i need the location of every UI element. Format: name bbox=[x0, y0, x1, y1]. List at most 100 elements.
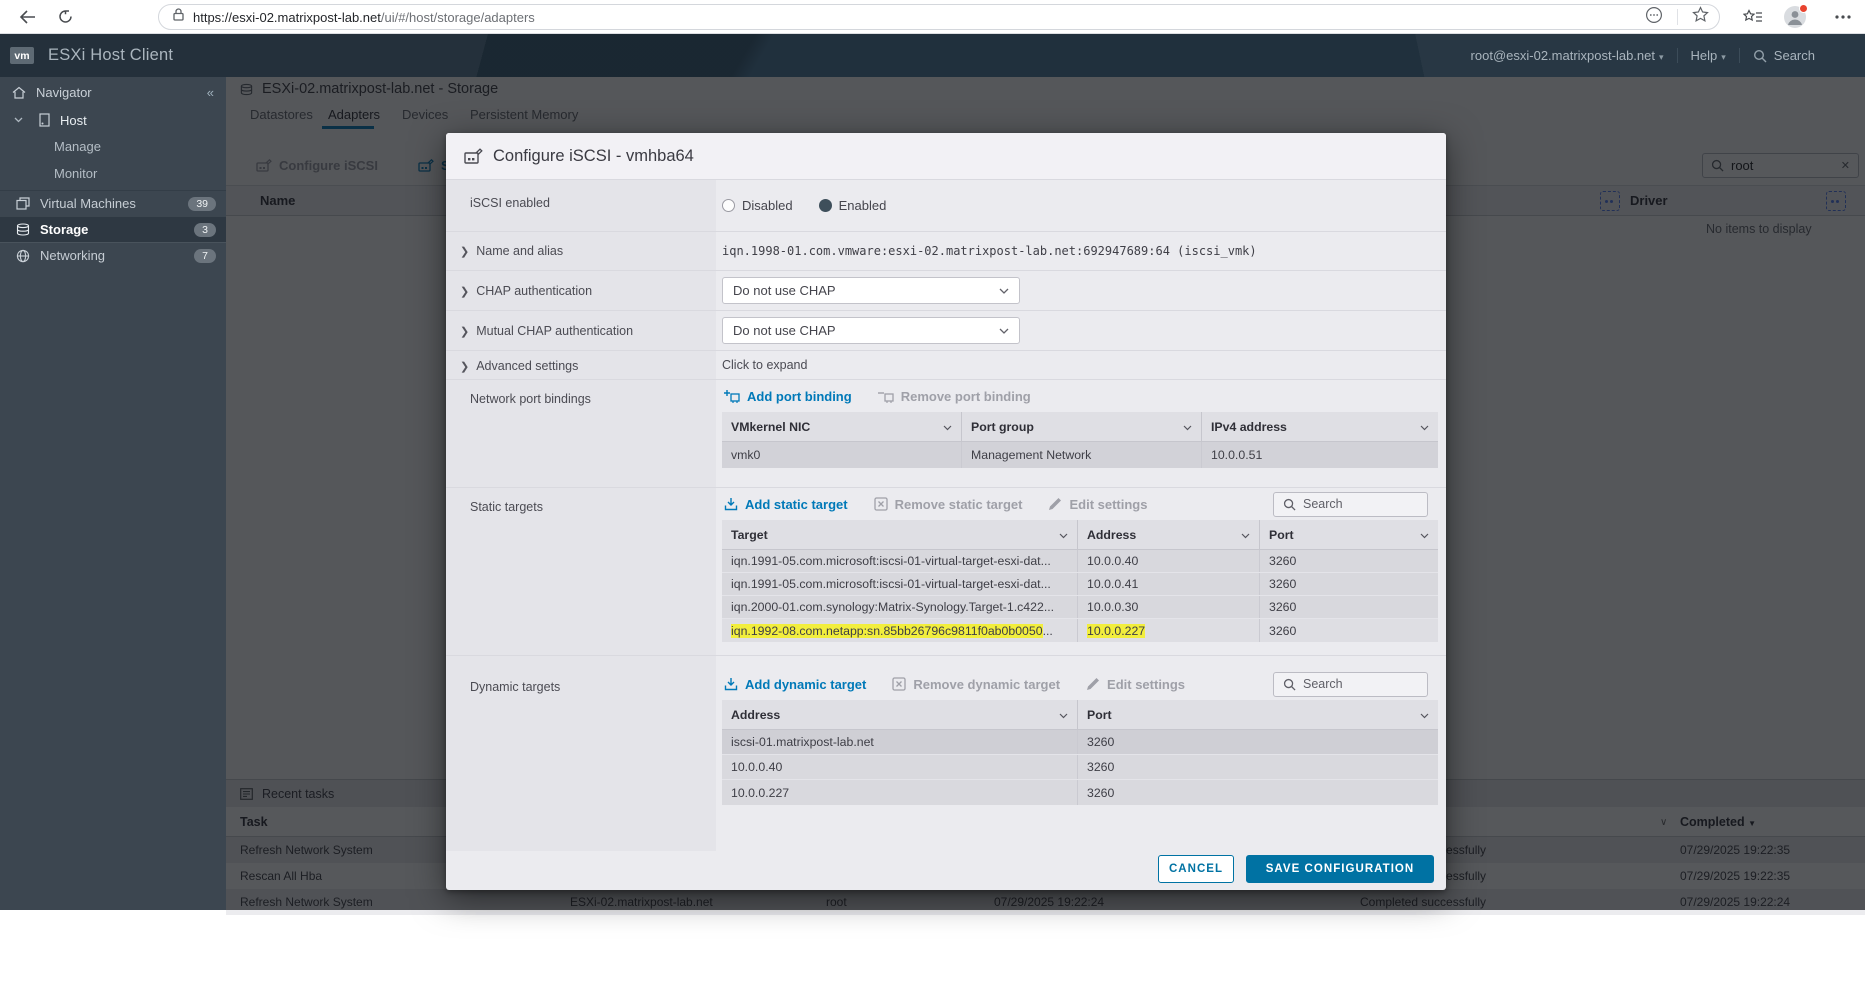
sidebar-item-label: Host bbox=[60, 113, 87, 128]
chap-auth-select[interactable]: Do not use CHAP bbox=[722, 277, 1020, 304]
navigator-title: Navigator bbox=[36, 85, 92, 100]
chevron-right-icon: ❯ bbox=[460, 286, 469, 298]
browser-profile-avatar[interactable] bbox=[1784, 6, 1806, 28]
remove-port-binding-icon bbox=[878, 389, 894, 403]
user-menu[interactable]: root@esxi-02.matrixpost-lab.net▾ bbox=[1471, 48, 1664, 63]
chevron-down-icon bbox=[999, 288, 1009, 294]
chap-auth-expander[interactable]: ❯CHAP authentication bbox=[446, 271, 716, 310]
static-target-row[interactable]: iqn.2000-01.com.synology:Matrix-Synology… bbox=[722, 596, 1438, 619]
vm-count-badge: 39 bbox=[188, 197, 216, 211]
port-column-header[interactable]: Port bbox=[1077, 700, 1438, 729]
chevron-down-icon bbox=[1059, 533, 1068, 539]
sidebar-item-manage[interactable]: Manage bbox=[0, 133, 226, 160]
dynamic-target-row[interactable]: 10.0.0.40 3260 bbox=[722, 755, 1438, 780]
storage-count-badge: 3 bbox=[194, 223, 216, 237]
static-targets-search-input[interactable]: Search bbox=[1273, 492, 1428, 517]
browser-toolbar: https://esxi-02.matrixpost-lab.net/ui/#/… bbox=[0, 0, 1865, 34]
port-bindings-label: Network port bindings bbox=[446, 380, 716, 487]
name-alias-expander[interactable]: ❯Name and alias bbox=[446, 232, 716, 270]
static-target-row[interactable]: iqn.1991-05.com.microsoft:iscsi-01-virtu… bbox=[722, 573, 1438, 596]
port-column-header[interactable]: Port bbox=[1259, 520, 1438, 549]
chevron-down-icon bbox=[1183, 425, 1192, 431]
chevron-down-icon bbox=[1420, 425, 1429, 431]
save-configuration-button[interactable]: SAVE CONFIGURATION bbox=[1246, 855, 1434, 883]
favorite-star-icon[interactable] bbox=[1692, 6, 1709, 28]
sidebar-item-virtual-machines[interactable]: Virtual Machines 39 bbox=[0, 190, 226, 216]
iscsi-enabled-label: iSCSI enabled bbox=[446, 180, 716, 231]
navigator-sidebar: Navigator « Host Manage Monitor Virtual … bbox=[0, 77, 226, 910]
app-header: vm ESXi Host Client root@esxi-02.matrixp… bbox=[0, 34, 1865, 77]
remove-target-icon bbox=[874, 497, 888, 511]
chevron-down-icon bbox=[1420, 713, 1429, 719]
radio-unchecked-icon bbox=[722, 199, 735, 212]
url-text: https://esxi-02.matrixpost-lab.net/ui/#/… bbox=[193, 10, 535, 25]
profile-notification-dot bbox=[1799, 4, 1808, 13]
edit-static-settings-button[interactable]: Edit settings bbox=[1048, 497, 1147, 512]
add-port-binding-button[interactable]: Add port binding bbox=[724, 389, 852, 404]
browser-back-icon[interactable] bbox=[12, 3, 42, 31]
sidebar-item-label: Networking bbox=[40, 248, 105, 263]
ipv4-column-header[interactable]: IPv4 address bbox=[1201, 412, 1438, 441]
dynamic-targets-search-input[interactable]: Search bbox=[1273, 672, 1428, 697]
add-port-binding-icon bbox=[724, 389, 740, 403]
mutual-chap-expander[interactable]: ❯Mutual CHAP authentication bbox=[446, 311, 716, 350]
edit-dynamic-settings-button[interactable]: Edit settings bbox=[1086, 677, 1185, 692]
remove-port-binding-button[interactable]: Remove port binding bbox=[878, 389, 1031, 404]
header-divider bbox=[1739, 48, 1740, 63]
sidebar-item-storage[interactable]: Storage 3 bbox=[0, 216, 226, 242]
dialog-title: Configure iSCSI - vmhba64 bbox=[493, 147, 694, 166]
iscsi-disabled-radio[interactable]: Disabled bbox=[722, 198, 793, 213]
advanced-settings-expander[interactable]: ❯Advanced settings bbox=[446, 351, 716, 379]
add-dynamic-target-button[interactable]: Add dynamic target bbox=[724, 677, 866, 692]
static-target-row[interactable]: iqn.1991-05.com.microsoft:iscsi-01-virtu… bbox=[722, 550, 1438, 573]
configure-iscsi-dialog: Configure iSCSI - vmhba64 iSCSI enabled … bbox=[446, 133, 1446, 890]
header-search[interactable]: Search bbox=[1753, 48, 1815, 63]
address-column-header[interactable]: Address bbox=[1077, 520, 1259, 549]
port-group-column-header[interactable]: Port group bbox=[961, 412, 1201, 441]
browser-address-bar[interactable]: https://esxi-02.matrixpost-lab.net/ui/#/… bbox=[158, 4, 1720, 30]
remove-dynamic-target-button[interactable]: Remove dynamic target bbox=[892, 677, 1060, 692]
host-icon bbox=[39, 113, 50, 127]
collapse-sidebar-icon[interactable]: « bbox=[207, 85, 214, 100]
static-targets-table: Target Address Port iqn.1991-05.com.micr… bbox=[722, 520, 1438, 642]
pill-divider bbox=[1677, 9, 1678, 25]
product-title: ESXi Host Client bbox=[48, 46, 173, 65]
chevron-right-icon: ❯ bbox=[460, 326, 469, 338]
mutual-chap-select[interactable]: Do not use CHAP bbox=[722, 317, 1020, 344]
static-target-row-highlighted[interactable]: iqn.1992-08.com.netapp:sn.85bb26796c9811… bbox=[722, 619, 1438, 642]
vmkernel-nic-column-header[interactable]: VMkernel NIC bbox=[722, 412, 961, 441]
url-host: https://esxi-02.matrixpost-lab.net bbox=[193, 10, 381, 25]
cancel-button[interactable]: CANCEL bbox=[1158, 855, 1234, 883]
target-column-header[interactable]: Target bbox=[722, 520, 1077, 549]
remove-static-target-button[interactable]: Remove static target bbox=[874, 497, 1023, 512]
dynamic-target-row[interactable]: 10.0.0.227 3260 bbox=[722, 780, 1438, 805]
page-permissions-icon[interactable] bbox=[1645, 6, 1663, 29]
chevron-down-icon bbox=[1059, 713, 1068, 719]
header-divider bbox=[1677, 48, 1678, 63]
url-path: /ui/#/host/storage/adapters bbox=[381, 10, 535, 25]
sidebar-item-monitor[interactable]: Monitor bbox=[0, 160, 226, 187]
iscsi-enabled-radio[interactable]: Enabled bbox=[819, 198, 887, 213]
sidebar-item-host[interactable]: Host bbox=[0, 107, 226, 133]
chevron-down-icon[interactable] bbox=[14, 117, 23, 123]
help-menu[interactable]: Help▾ bbox=[1691, 48, 1726, 63]
chevron-down-icon bbox=[943, 425, 952, 431]
networking-icon bbox=[16, 249, 30, 263]
dynamic-target-row[interactable]: iscsi-01.matrixpost-lab.net 3260 bbox=[722, 730, 1438, 755]
port-binding-row[interactable]: vmk0 Management Network 10.0.0.51 bbox=[722, 442, 1438, 468]
browser-menu-icon[interactable] bbox=[1828, 3, 1858, 31]
favorites-bar-icon[interactable] bbox=[1738, 3, 1768, 31]
add-static-target-button[interactable]: Add static target bbox=[724, 497, 848, 512]
address-column-header[interactable]: Address bbox=[722, 700, 1077, 729]
vmware-logo: vm bbox=[10, 47, 34, 64]
static-targets-label: Static targets bbox=[446, 488, 716, 655]
click-to-expand-text[interactable]: Click to expand bbox=[722, 358, 807, 372]
sidebar-item-label: Storage bbox=[40, 222, 88, 237]
browser-reload-icon[interactable] bbox=[50, 3, 80, 31]
chevron-right-icon: ❯ bbox=[460, 361, 469, 373]
search-highlight: iqn.1992-08.com.netapp:sn.85bb26796c9811… bbox=[731, 624, 1043, 638]
virtual-machines-icon bbox=[16, 197, 30, 210]
sidebar-item-networking[interactable]: Networking 7 bbox=[0, 242, 226, 268]
chevron-down-icon bbox=[1420, 533, 1429, 539]
search-highlight: 10.0.0.227 bbox=[1087, 624, 1145, 638]
